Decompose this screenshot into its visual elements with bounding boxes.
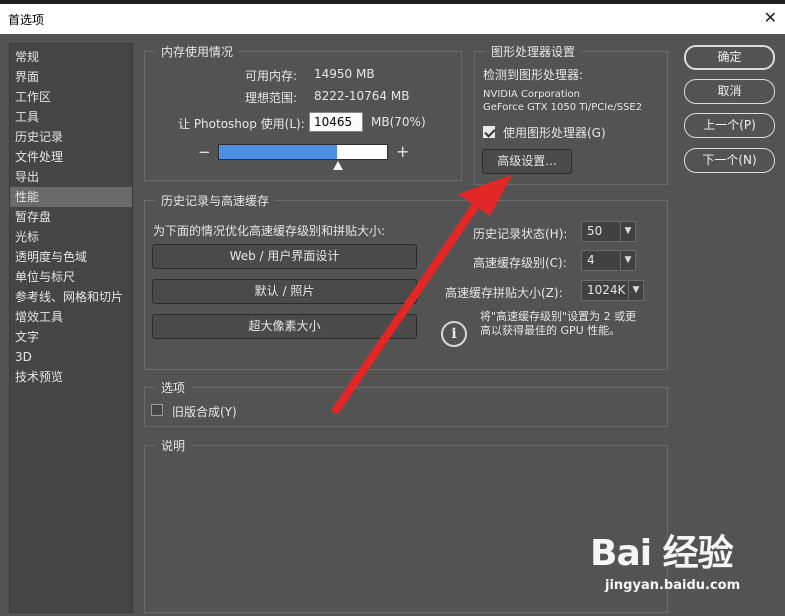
memory-slider-thumb[interactable] [333,161,343,170]
sidebar: 常规 界面 工作区 工具 历史记录 文件处理 导出 性能 暂存盘 光标 透明度与… [9,43,133,613]
sidebar-item-tools[interactable]: 工具 [10,107,132,127]
sidebar-item-performance[interactable]: 性能 [10,187,132,207]
sidebar-item-cursors[interactable]: 光标 [10,227,132,247]
description-title: 说明 [155,437,192,454]
history-states-value: 50 [587,224,603,238]
available-memory-value: 14950 MB [314,67,375,81]
baidu-watermark: Bai 经验 jingyan.baidu.com [590,524,740,593]
watermark-brand: Bai 经验 [590,533,734,574]
chevron-down-icon: ▼ [620,251,635,270]
sidebar-item-workspace[interactable]: 工作区 [10,87,132,107]
sidebar-item-history-log[interactable]: 历史记录 [10,127,132,147]
options-title: 选项 [155,379,192,396]
memory-usage-title: 内存使用情况 [155,43,240,60]
history-states-label: 历史记录状态(H): [473,227,568,241]
sidebar-item-transparency[interactable]: 透明度与色域 [10,247,132,267]
title-bar: 首选项 ✕ [0,4,785,34]
optimize-cache-label: 为下面的情况优化高速缓存级别和拼贴大小: [153,224,386,238]
legacy-compositing-label: 旧版合成(Y) [172,405,237,419]
window-title: 首选项 [8,13,45,27]
sidebar-item-general[interactable]: 常规 [10,47,132,67]
photoshop-use-label: 让 Photoshop 使用(L): [178,117,305,131]
watermark-url: jingyan.baidu.com [605,578,741,593]
use-gpu-label: 使用图形处理器(G) [503,126,606,140]
chevron-down-icon: ▼ [620,222,635,241]
advanced-settings-button[interactable]: 高级设置... [482,149,572,174]
preset-huge-pixels-button[interactable]: 超大像素大小 [152,314,417,339]
previous-button[interactable]: 上一个(P) [684,113,775,138]
slider-minus-icon[interactable]: − [198,143,211,161]
preset-default-photos-button[interactable]: 默认 / 照片 [152,279,417,304]
memory-slider-fill [219,145,337,159]
memory-amount-field[interactable]: 10465 [309,112,363,132]
history-states-select[interactable]: 50 ▼ [581,221,636,242]
sidebar-item-3d[interactable]: 3D [10,347,132,367]
close-icon[interactable]: ✕ [764,8,777,27]
cache-tile-size-value: 1024K [587,283,626,297]
history-cache-title: 历史记录与高速缓存 [155,192,276,209]
sidebar-item-file-handling[interactable]: 文件处理 [10,147,132,167]
ideal-range-label: 理想范围: [245,91,298,105]
gpu-settings-title: 图形处理器设置 [485,43,582,60]
memory-slider[interactable] [218,144,388,160]
sidebar-item-units-rulers[interactable]: 单位与标尺 [10,267,132,287]
sidebar-item-type[interactable]: 文字 [10,327,132,347]
available-memory-label: 可用内存: [245,69,298,83]
cache-levels-value: 4 [587,253,595,267]
cache-levels-label: 高速缓存级别(C): [473,256,567,270]
cache-levels-select[interactable]: 4 ▼ [581,250,636,271]
memory-percent-label: MB(70%) [371,115,426,129]
chevron-down-icon: ▼ [628,281,643,300]
gpu-model: GeForce GTX 1050 Ti/PCIe/SSE2 [483,102,643,113]
slider-plus-icon[interactable]: + [396,142,409,161]
ok-button[interactable]: 确定 [684,45,775,70]
gpu-detected-label: 检测到图形处理器: [483,68,584,82]
cancel-button[interactable]: 取消 [684,79,775,104]
sidebar-item-interface[interactable]: 界面 [10,67,132,87]
gpu-vendor: NVIDIA Corporation [483,89,581,100]
sidebar-item-export[interactable]: 导出 [10,167,132,187]
info-icon: i [441,321,467,347]
cache-tile-size-select[interactable]: 1024K ▼ [581,280,644,301]
sidebar-item-plugins[interactable]: 增效工具 [10,307,132,327]
sidebar-item-tech-preview[interactable]: 技术预览 [10,367,132,387]
next-button[interactable]: 下一个(N) [684,148,775,173]
cache-info-line2: 高以获得最佳的 GPU 性能。 [480,324,621,337]
preset-web-ui-button[interactable]: Web / 用户界面设计 [152,244,417,269]
cache-tile-size-label: 高速缓存拼贴大小(Z): [445,286,563,300]
sidebar-item-scratch-disks[interactable]: 暂存盘 [10,207,132,227]
sidebar-item-guides-grid[interactable]: 参考线、网格和切片 [10,287,132,307]
use-gpu-checkbox[interactable] [483,126,495,138]
legacy-compositing-checkbox[interactable] [151,404,163,416]
ideal-range-value: 8222-10764 MB [314,89,410,103]
